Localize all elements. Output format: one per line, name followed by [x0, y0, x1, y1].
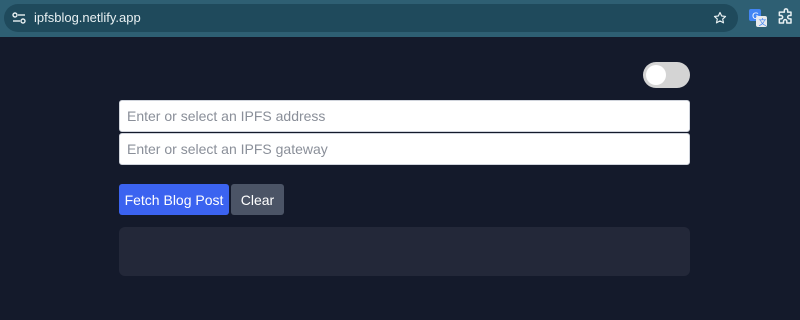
address-bar[interactable]: ipfsblog.netlify.app	[4, 4, 738, 32]
tune-icon[interactable]	[9, 8, 29, 28]
translate-icon[interactable]: G 文	[749, 9, 767, 27]
browser-toolbar: ipfsblog.netlify.app G 文	[0, 0, 800, 37]
fetch-blog-post-button[interactable]: Fetch Blog Post	[119, 184, 229, 215]
ipfs-gateway-input[interactable]	[119, 133, 690, 165]
puzzle-icon[interactable]	[776, 8, 796, 28]
page-content: Fetch Blog Post Clear	[0, 37, 800, 320]
toggle-knob	[646, 65, 666, 85]
svg-text:文: 文	[759, 17, 767, 27]
clear-button[interactable]: Clear	[231, 184, 284, 215]
ipfs-address-input[interactable]	[119, 100, 690, 132]
star-icon[interactable]	[710, 8, 730, 28]
url-text: ipfsblog.netlify.app	[34, 10, 141, 25]
blog-post-output	[119, 227, 690, 276]
theme-toggle[interactable]	[643, 62, 690, 88]
